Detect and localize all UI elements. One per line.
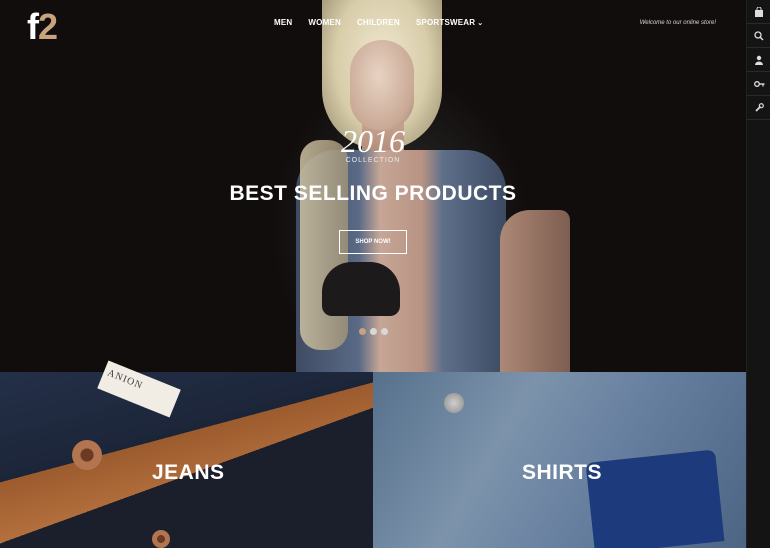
jeans-rivet-image [72,440,102,470]
site-logo[interactable]: f2 [27,6,58,48]
hero-collection-label: COLLECTION [345,157,401,164]
shop-now-button[interactable]: SHOP NOW! [339,230,407,254]
slider-dot-2[interactable] [370,328,377,335]
nav-item-men[interactable]: MEN [274,18,292,27]
slider-dot-1[interactable] [359,328,366,335]
shirt-button-image [444,393,464,413]
logo-letter: f [27,6,39,47]
main-nav: MEN WOMEN CHILDREN SPORTSWEAR ⌄ [274,18,483,27]
shirt-bandana-image [585,449,725,548]
hero-banner: f2 MEN WOMEN CHILDREN SPORTSWEAR ⌄ Welcom… [0,0,746,372]
category-title-shirts[interactable]: SHIRTS [522,461,602,485]
user-icon[interactable] [747,48,770,72]
category-title-jeans[interactable]: JEANS [152,461,225,485]
chevron-down-icon: ⌄ [477,20,484,27]
right-sidebar [746,0,770,548]
slider-dot-3[interactable] [381,328,388,335]
category-tile-jeans[interactable] [0,372,373,548]
hero-model-face [350,40,414,130]
jeans-rivet-image-2 [152,530,170,548]
nav-item-sportswear-label: SPORTSWEAR [415,18,476,27]
hero-model-top [322,262,400,316]
hero-headline: BEST SELLING PRODUCTS [229,182,517,205]
search-icon[interactable] [747,24,770,48]
logo-number: 2 [38,6,58,47]
hero-model-arm [500,210,570,372]
hero-year: 2016 [341,123,405,159]
welcome-message: Welcome to our online store! [639,20,716,26]
wrench-icon[interactable] [747,96,770,120]
key-icon[interactable] [747,72,770,96]
nav-item-children[interactable]: CHILDREN [357,18,400,27]
bag-icon[interactable] [747,0,770,24]
nav-item-sportswear[interactable]: SPORTSWEAR ⌄ [416,18,483,27]
nav-item-women[interactable]: WOMEN [308,18,341,27]
slider-pagination [359,328,388,335]
